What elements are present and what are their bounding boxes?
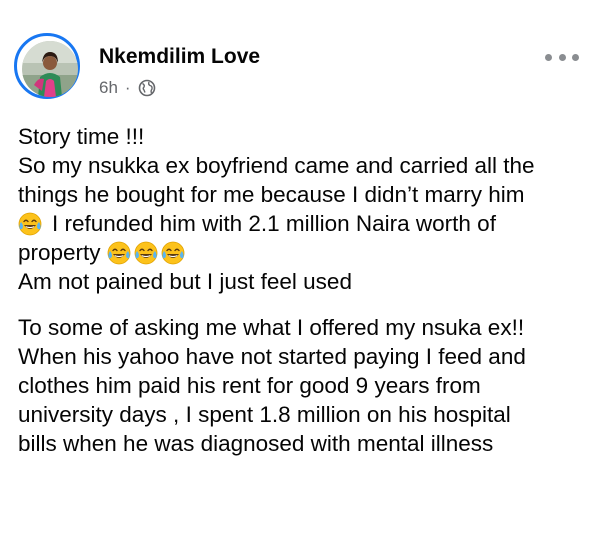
post-line: So my nsukka ex boyfriend came and carri… [18,153,535,178]
post-line: university days , I spent 1.8 million on… [18,402,511,427]
more-dot [572,53,579,61]
post-line-with-emoji: I refunded him with 2.1 million Naira wo… [18,209,578,238]
post-line: clothes him paid his rent for good 9 yea… [18,373,481,398]
post-line-with-emoji: property [18,238,578,267]
post-paragraph: Story time !!! So my nsukka ex boyfriend… [18,122,578,296]
more-options-button[interactable] [545,47,579,67]
profile-photo [22,41,78,97]
post-line: When his yahoo have not started paying I… [18,344,526,369]
post-line: things he bought for me because I didn’t… [18,182,525,207]
face-with-tears-of-joy-emoji [161,241,185,265]
face-with-tears-of-joy-emoji [18,212,42,236]
author-name[interactable]: Nkemdilim Love [99,45,260,69]
post-line: bills when he was diagnosed with mental … [18,431,494,456]
meta-separator: · [124,78,131,97]
post-line: I refunded him with 2.1 million Naira wo… [52,211,496,236]
post-paragraph: To some of asking me what I offered my n… [18,313,578,458]
more-dot [545,53,552,61]
post-line: property [18,240,101,265]
avatar-image [22,41,78,97]
post-line: Am not pained but I just feel used [18,269,352,294]
post-time[interactable]: 6h [99,78,118,98]
post-line: To some of asking me what I offered my n… [18,315,525,340]
post-line: Story time !!! [18,124,145,149]
post-header: Nkemdilim Love 6h · [14,33,579,103]
face-with-tears-of-joy-emoji [107,241,131,265]
globe-icon[interactable] [138,79,156,97]
avatar[interactable] [14,33,80,99]
face-with-tears-of-joy-emoji [134,241,158,265]
post-meta: 6h · [99,77,156,99]
more-dot [558,53,566,61]
facebook-post: Nkemdilim Love 6h · Story time !!! So my… [0,0,591,538]
post-body: Story time !!! So my nsukka ex boyfriend… [18,122,578,458]
